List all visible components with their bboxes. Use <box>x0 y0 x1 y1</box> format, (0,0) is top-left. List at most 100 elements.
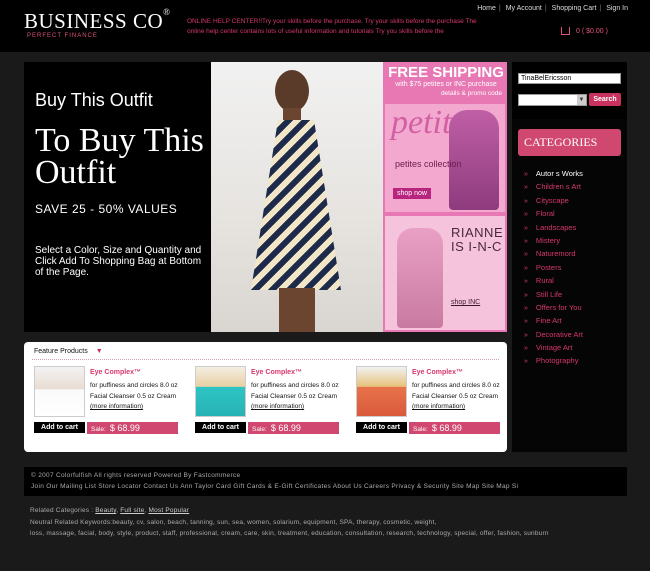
category-item[interactable]: » Children s Art <box>524 180 583 193</box>
banner-select-text: Select a Color, Size and Quantity and Cl… <box>35 245 202 278</box>
tagline: PERFECT FINANCE <box>27 33 98 39</box>
category-item[interactable]: » Vintage Art <box>524 341 583 354</box>
petites-shop-now-button[interactable]: shop now <box>393 188 431 199</box>
double-chevron-icon: » <box>524 224 528 232</box>
category-item[interactable]: » Photography <box>524 354 583 367</box>
double-chevron-icon: » <box>524 251 528 259</box>
hero-banner[interactable]: Buy This Outfit To Buy This Outfit SAVE … <box>24 62 507 332</box>
sale-price: Sale: $ 68.99 <box>248 422 339 434</box>
right-sidebar: TinaBelEricsson ▼ Search CATEGORIES » Aut… <box>512 62 627 452</box>
categories-heading: CATEGORIES <box>518 129 621 156</box>
double-chevron-icon: » <box>524 304 528 312</box>
category-item[interactable]: » Still Life <box>524 288 583 301</box>
registered-mark: ® <box>163 7 171 17</box>
divider <box>32 359 499 360</box>
double-chevron-icon: » <box>524 171 528 178</box>
cart-total: 0 ( $0.00 ) <box>576 27 608 35</box>
logo-text: BUSINESS CO <box>24 9 164 33</box>
product-card: Eye Complex™ for puffiness and circles 8… <box>356 366 506 436</box>
product-description: for puffiness and circles 8.0 oz Facial … <box>90 382 178 410</box>
sale-price: Sale: $ 68.99 <box>87 422 178 434</box>
site-footer: © 2007 Colorfulfish All rights reserved … <box>24 467 627 496</box>
product-title[interactable]: Eye Complex™ <box>90 369 141 376</box>
product-description: for puffiness and circles 8.0 oz Facial … <box>412 382 500 410</box>
category-item[interactable]: » Autor s Works <box>524 167 583 180</box>
double-chevron-icon: » <box>524 345 528 353</box>
link-home[interactable]: Home <box>477 5 496 12</box>
petites-collection-text: petites collection <box>395 159 462 169</box>
footer-links[interactable]: Join Our Mailing List Store Locator Cont… <box>31 483 518 490</box>
category-item[interactable]: » Mistery <box>524 234 583 247</box>
add-to-cart-button[interactable]: Add to cart <box>356 422 407 433</box>
category-item[interactable]: » Naturemord <box>524 247 583 260</box>
feature-products: Feature Products ▼ Eye Complex™ for puffi… <box>24 342 507 452</box>
double-chevron-icon: » <box>524 318 528 326</box>
double-chevron-icon: » <box>524 264 528 272</box>
link-my-account[interactable]: My Account <box>506 5 542 12</box>
product-image[interactable] <box>356 366 407 417</box>
help-text: ONLINE HELP CENTER!!Try your skills befo… <box>187 18 477 35</box>
category-item[interactable]: » Offers for You <box>524 301 583 314</box>
username-field[interactable]: TinaBelEricsson <box>518 73 621 84</box>
banner-big-heading: To Buy This Outfit <box>35 122 204 191</box>
details-promo-link[interactable]: details & promo code <box>386 90 506 97</box>
feature-products-heading: Feature Products ▼ <box>34 348 103 355</box>
search-button[interactable]: Search <box>589 93 621 106</box>
double-chevron-icon: » <box>524 211 528 219</box>
categories-panel: CATEGORIES » Autor s Works » Children s Ar… <box>512 119 627 452</box>
related-keywords-line-2[interactable]: loss, massage, facial, body, style, prod… <box>30 528 630 540</box>
related-category-link[interactable]: Most Popular <box>148 507 189 514</box>
related-keywords-line-1[interactable]: Neutral Related Keywords:beauty, cv, sal… <box>30 517 630 529</box>
inc-heading: RIANNE IS I-N-C <box>451 225 504 254</box>
top-links: Home | My Account | Shopping Cart | Sign In <box>477 5 628 12</box>
product-card: Eye Complex™ for puffiness and circles 8… <box>34 366 184 436</box>
banner-save-text: SAVE 25 - 50% VALUES <box>35 202 178 216</box>
link-sign-in[interactable]: Sign In <box>606 5 628 12</box>
sale-price: Sale: $ 68.99 <box>409 422 500 434</box>
search-category-select[interactable]: ▼ <box>518 94 587 106</box>
related-section: Related Categories : Beauty, Full site, … <box>30 505 630 540</box>
category-item[interactable]: » Decorative Art <box>524 328 583 341</box>
add-to-cart-button[interactable]: Add to cart <box>34 422 85 433</box>
product-title[interactable]: Eye Complex™ <box>251 369 302 376</box>
more-info-link[interactable]: (more information) <box>90 403 143 410</box>
category-item[interactable]: » Landscapes <box>524 221 583 234</box>
inc-promo[interactable]: RIANNE IS I-N-C shop INC <box>385 216 505 330</box>
double-chevron-icon: » <box>524 184 528 192</box>
category-item[interactable]: » Cityscape <box>524 194 583 207</box>
category-item[interactable]: » Posters <box>524 261 583 274</box>
banner-buy-heading: Buy This Outfit <box>35 90 153 110</box>
chevron-down-icon: ▼ <box>95 348 103 355</box>
related-category-link[interactable]: Beauty <box>95 507 116 514</box>
more-info-link[interactable]: (more information) <box>412 403 465 410</box>
more-info-link[interactable]: (more information) <box>251 403 304 410</box>
product-image[interactable] <box>34 366 85 417</box>
related-categories: Related Categories : Beauty, Full site, … <box>30 507 190 514</box>
double-chevron-icon: » <box>524 358 528 366</box>
category-item[interactable]: » Fine Art <box>524 314 583 327</box>
petites-promo[interactable]: petite petites collection shop now <box>385 104 505 212</box>
double-chevron-icon: » <box>524 278 528 286</box>
model-photo <box>211 62 383 332</box>
categories-list: » Autor s Works » Children s Art » Cityscap… <box>524 167 583 368</box>
product-description: for puffiness and circles 8.0 oz Facial … <box>251 382 339 410</box>
category-item[interactable]: » Rural <box>524 274 583 287</box>
shop-inc-button[interactable]: shop INC <box>451 299 480 306</box>
double-chevron-icon: » <box>524 291 528 299</box>
free-shipping-heading: FREE SHIPPING <box>388 64 504 81</box>
add-to-cart-button[interactable]: Add to cart <box>195 422 246 433</box>
logo[interactable]: BUSINESS CO® <box>24 7 171 34</box>
product-image[interactable] <box>195 366 246 417</box>
link-shopping-cart[interactable]: Shopping Cart <box>552 5 597 12</box>
double-chevron-icon: » <box>524 331 528 339</box>
copyright-text: © 2007 Colorfulfish All rights reserved … <box>31 472 241 479</box>
free-shipping-subtext: with $75 petites or INC purchase <box>395 81 497 88</box>
chevron-down-icon: ▼ <box>577 95 586 105</box>
double-chevron-icon: » <box>524 237 528 245</box>
product-title[interactable]: Eye Complex™ <box>412 369 463 376</box>
product-card: Eye Complex™ for puffiness and circles 8… <box>195 366 345 436</box>
site-header: BUSINESS CO® PERFECT FINANCE ONLINE HELP… <box>0 0 650 52</box>
category-item[interactable]: » Floral <box>524 207 583 220</box>
related-category-link[interactable]: Full site <box>120 507 144 514</box>
cart-summary[interactable]: 0 ( $0.00 ) <box>561 27 608 35</box>
